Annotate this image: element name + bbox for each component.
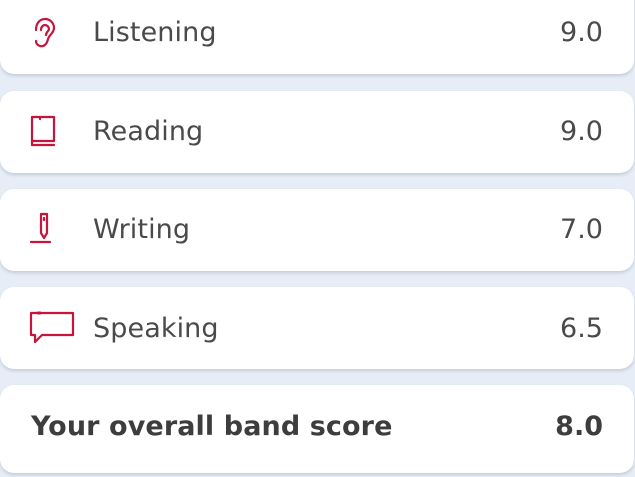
ear-icon <box>28 16 58 50</box>
skill-score: 9.0 <box>560 116 603 147</box>
skill-card-writing: Writing 7.0 <box>0 189 634 271</box>
book-icon <box>28 114 58 148</box>
overall-score-label: Your overall band score <box>31 411 393 442</box>
skill-label: Writing <box>93 214 191 245</box>
skill-card-listening: Listening 9.0 <box>0 0 634 74</box>
speech-bubble-icon <box>28 309 76 343</box>
skill-score: 7.0 <box>560 214 603 245</box>
skill-score: 9.0 <box>560 17 603 48</box>
skill-card-speaking: Speaking 6.5 <box>0 287 634 369</box>
skill-score: 6.5 <box>560 313 603 344</box>
overall-score-value: 8.0 <box>555 411 603 442</box>
skill-card-reading: Reading 9.0 <box>0 91 634 173</box>
skill-label: Listening <box>93 17 217 48</box>
skill-label: Reading <box>93 116 204 147</box>
overall-score-card: Your overall band score 8.0 <box>0 385 634 473</box>
pencil-icon <box>28 211 58 245</box>
skill-label: Speaking <box>93 313 219 344</box>
